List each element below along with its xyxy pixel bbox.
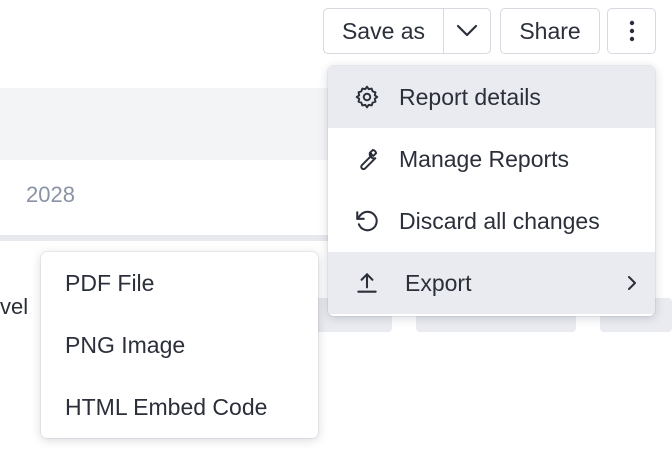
menu-item-label: Discard all changes bbox=[399, 207, 600, 234]
menu-item-label: Manage Reports bbox=[399, 145, 570, 172]
export-html-embed-option[interactable]: HTML Embed Code bbox=[41, 376, 318, 438]
upload-icon bbox=[354, 270, 380, 296]
gear-icon bbox=[354, 84, 380, 110]
table-divider bbox=[0, 235, 360, 241]
chevron-right-icon bbox=[624, 273, 640, 293]
chevron-down-icon bbox=[456, 24, 478, 37]
export-option-label: PDF File bbox=[65, 269, 155, 296]
more-options-button[interactable] bbox=[607, 8, 656, 54]
export-pdf-option[interactable]: PDF File bbox=[41, 252, 318, 314]
save-as-button[interactable]: Save as bbox=[323, 8, 443, 54]
export-png-option[interactable]: PNG Image bbox=[41, 314, 318, 376]
menu-item-report-details[interactable]: Report details bbox=[328, 66, 655, 128]
menu-item-label: Export bbox=[405, 269, 472, 296]
more-options-menu: Report details Manage Reports Discard al… bbox=[328, 66, 655, 316]
wrench-icon bbox=[354, 146, 380, 172]
menu-item-manage-reports[interactable]: Manage Reports bbox=[328, 128, 655, 190]
share-label: Share bbox=[519, 17, 581, 44]
save-as-label: Save as bbox=[341, 17, 426, 44]
level-label: vel bbox=[0, 294, 29, 319]
table-cell-year: 2028 bbox=[26, 182, 75, 207]
save-as-dropdown-button[interactable] bbox=[443, 8, 491, 54]
share-button[interactable]: Share bbox=[500, 8, 600, 54]
table-header-row bbox=[0, 88, 360, 160]
report-page: 2028 vel Save as Share Report details Ma… bbox=[0, 0, 672, 452]
menu-item-label: Report details bbox=[399, 83, 541, 110]
menu-item-export[interactable]: Export bbox=[328, 252, 655, 314]
export-option-label: HTML Embed Code bbox=[65, 393, 268, 420]
more-vertical-icon bbox=[629, 20, 634, 42]
export-submenu: PDF File PNG Image HTML Embed Code bbox=[41, 252, 318, 438]
undo-icon bbox=[354, 208, 380, 234]
export-option-label: PNG Image bbox=[65, 331, 186, 358]
menu-item-discard-changes[interactable]: Discard all changes bbox=[328, 190, 655, 252]
